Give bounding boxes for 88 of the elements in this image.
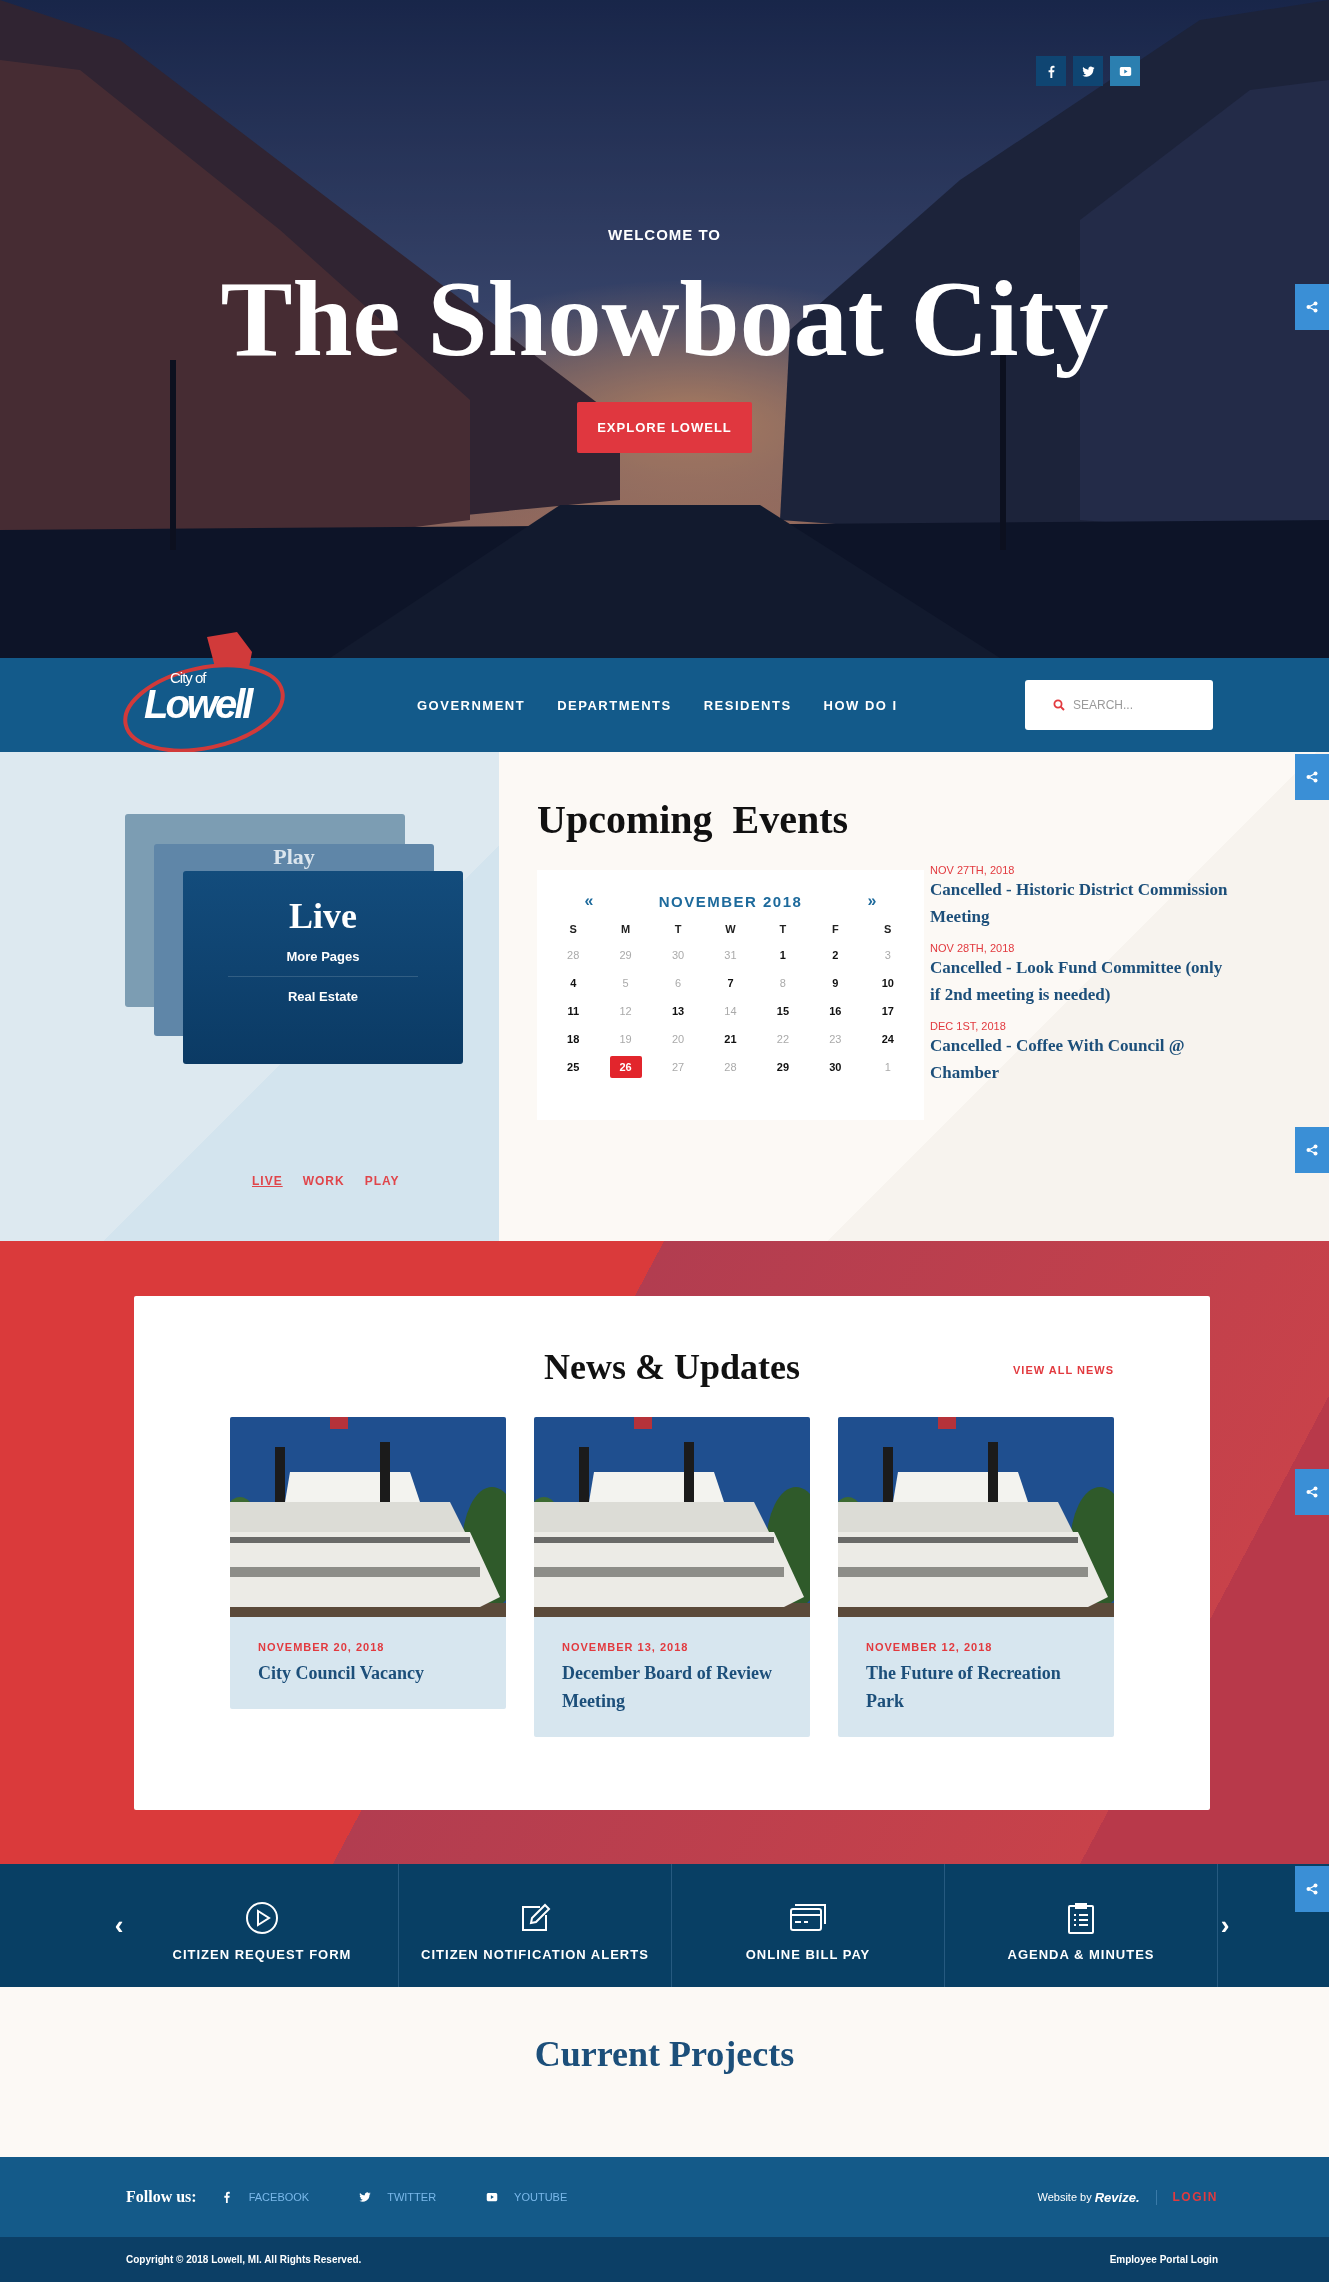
calendar-day[interactable]: 11 <box>557 1000 590 1022</box>
explore-button[interactable]: EXPLORE LOWELL <box>577 402 752 453</box>
news-title[interactable]: City Council Vacancy <box>258 1659 478 1688</box>
news-card[interactable]: NOVEMBER 20, 2018 City Council Vacancy <box>230 1417 506 1710</box>
weekday-label: S <box>569 922 577 937</box>
calendar-day[interactable]: 18 <box>557 1028 590 1050</box>
calendar-day[interactable]: 1 <box>766 944 799 966</box>
share-button[interactable] <box>1295 754 1329 800</box>
search-field[interactable]: SEARCH... <box>1025 680 1213 730</box>
share-icon <box>1306 1486 1318 1498</box>
calendar-day[interactable]: 25 <box>557 1056 590 1078</box>
share-icon <box>1306 1144 1318 1156</box>
calendar-day[interactable]: 9 <box>819 972 852 994</box>
news-date: NOVEMBER 12, 2018 <box>866 1641 994 1654</box>
calendar-day[interactable]: 15 <box>766 1000 799 1022</box>
previous-button[interactable]: ‹ <box>112 1864 126 1987</box>
share-button[interactable] <box>1295 1469 1329 1515</box>
event-title[interactable]: Cancelled - Coffee With Council @ Chamber <box>930 1032 1230 1086</box>
weekday-label: T <box>779 922 787 937</box>
hero-title: The Showboat City <box>220 258 1109 380</box>
nav-link[interactable]: HOW DO I <box>823 697 898 713</box>
brand-link[interactable]: Revize. <box>1094 2189 1157 2205</box>
weekday-label: T <box>674 922 682 937</box>
weekday-label: F <box>832 922 839 937</box>
social-button[interactable] <box>1073 56 1103 86</box>
calendar-day[interactable]: 13 <box>662 1000 695 1022</box>
share-button[interactable] <box>1295 1127 1329 1173</box>
calendar-day[interactable]: 30 <box>819 1056 852 1078</box>
calendar-day[interactable]: 4 <box>557 972 590 994</box>
employee-login-link[interactable]: Employee Portal Login <box>1109 2254 1218 2265</box>
news-heading: News & Updates <box>544 1346 800 1389</box>
event-date: NOV 27TH, 2018 <box>930 864 1016 876</box>
clipboard-icon <box>1066 1901 1096 1935</box>
news-card[interactable]: NOVEMBER 12, 2018 The Future of Recreation Park <box>838 1417 1114 1738</box>
share-icon <box>1306 301 1318 313</box>
share-button[interactable] <box>1295 1866 1329 1912</box>
event-title[interactable]: Cancelled - Look Fund Committee (only if 2nd meeting is needed) <box>930 954 1230 1008</box>
share-icon <box>1306 771 1318 783</box>
card-title: Live <box>289 895 357 937</box>
nav-link[interactable]: DEPARTMENTS <box>557 697 672 713</box>
view-all-link[interactable]: VIEW ALL NEWS <box>1013 1364 1114 1376</box>
event-date: DEC 1ST, 2018 <box>930 1020 1007 1032</box>
share-button[interactable] <box>1295 284 1329 330</box>
calendar-day[interactable]: 24 <box>871 1028 904 1050</box>
copyright-text: Copyright © 2018 Lowell, MI. All Rights Reserved. <box>126 2254 362 2265</box>
hero-eyebrow: WELCOME TO <box>607 226 722 243</box>
news-date: NOVEMBER 20, 2018 <box>258 1641 386 1654</box>
news-card[interactable]: NOVEMBER 13, 2018 December Board of Review Meeting <box>534 1417 810 1738</box>
search-icon <box>1053 699 1065 711</box>
bird-icon <box>1081 64 1095 78</box>
next-month-button[interactable]: » <box>857 892 887 910</box>
nav-link[interactable]: GOVERNMENT <box>417 697 526 713</box>
event-title[interactable]: Cancelled - Historic District Commission Meeting <box>930 876 1230 930</box>
news-title[interactable]: December Board of Review Meeting <box>562 1659 782 1716</box>
calendar-day[interactable]: 29 <box>766 1056 799 1078</box>
social-link[interactable]: TWITTER <box>387 2191 437 2203</box>
follow-label: Follow us: <box>126 2188 197 2206</box>
card-link[interactable]: Real Estate <box>227 976 419 1016</box>
calendar-day[interactable]: 2 <box>819 944 852 966</box>
weekday-label: W <box>725 922 736 937</box>
event-date: NOV 28TH, 2018 <box>930 942 1016 954</box>
card-link[interactable]: More Pages <box>226 937 420 976</box>
calendar-day[interactable]: 10 <box>871 972 904 994</box>
calendar-day[interactable]: 7 <box>714 972 747 994</box>
calendar-day[interactable]: 26 <box>609 1056 642 1078</box>
play-circle-icon <box>245 1901 279 1935</box>
calendar-day[interactable]: 17 <box>871 1000 904 1022</box>
next-button[interactable]: › <box>1218 1864 1232 1987</box>
video-play-icon <box>1118 64 1132 78</box>
weekday-label: S <box>884 922 892 937</box>
social-link[interactable]: YOUTUBE <box>514 2191 568 2203</box>
video-play-icon <box>486 2191 499 2203</box>
calendar-day[interactable]: 21 <box>714 1028 747 1050</box>
nav-link[interactable]: RESIDENTS <box>703 697 792 713</box>
previous-month-button[interactable]: « <box>574 892 604 910</box>
news-title[interactable]: The Future of Recreation Park <box>866 1659 1086 1716</box>
weekday-label: M <box>621 922 631 937</box>
social-link[interactable]: FACEBOOK <box>248 2191 310 2203</box>
news-date: NOVEMBER 13, 2018 <box>562 1641 690 1654</box>
credit-text: Website by <box>1037 2191 1092 2203</box>
bird-icon <box>359 2191 372 2203</box>
social-button[interactable] <box>1110 56 1140 86</box>
projects-heading: Current Projects <box>534 2033 795 2076</box>
calendar-day[interactable]: 16 <box>819 1000 852 1022</box>
share-icon <box>1306 1883 1318 1895</box>
social-button[interactable] <box>1036 56 1066 86</box>
calendar-month: NOVEMBER 2018 <box>658 892 803 910</box>
events-heading: Upcoming Events <box>537 800 850 840</box>
